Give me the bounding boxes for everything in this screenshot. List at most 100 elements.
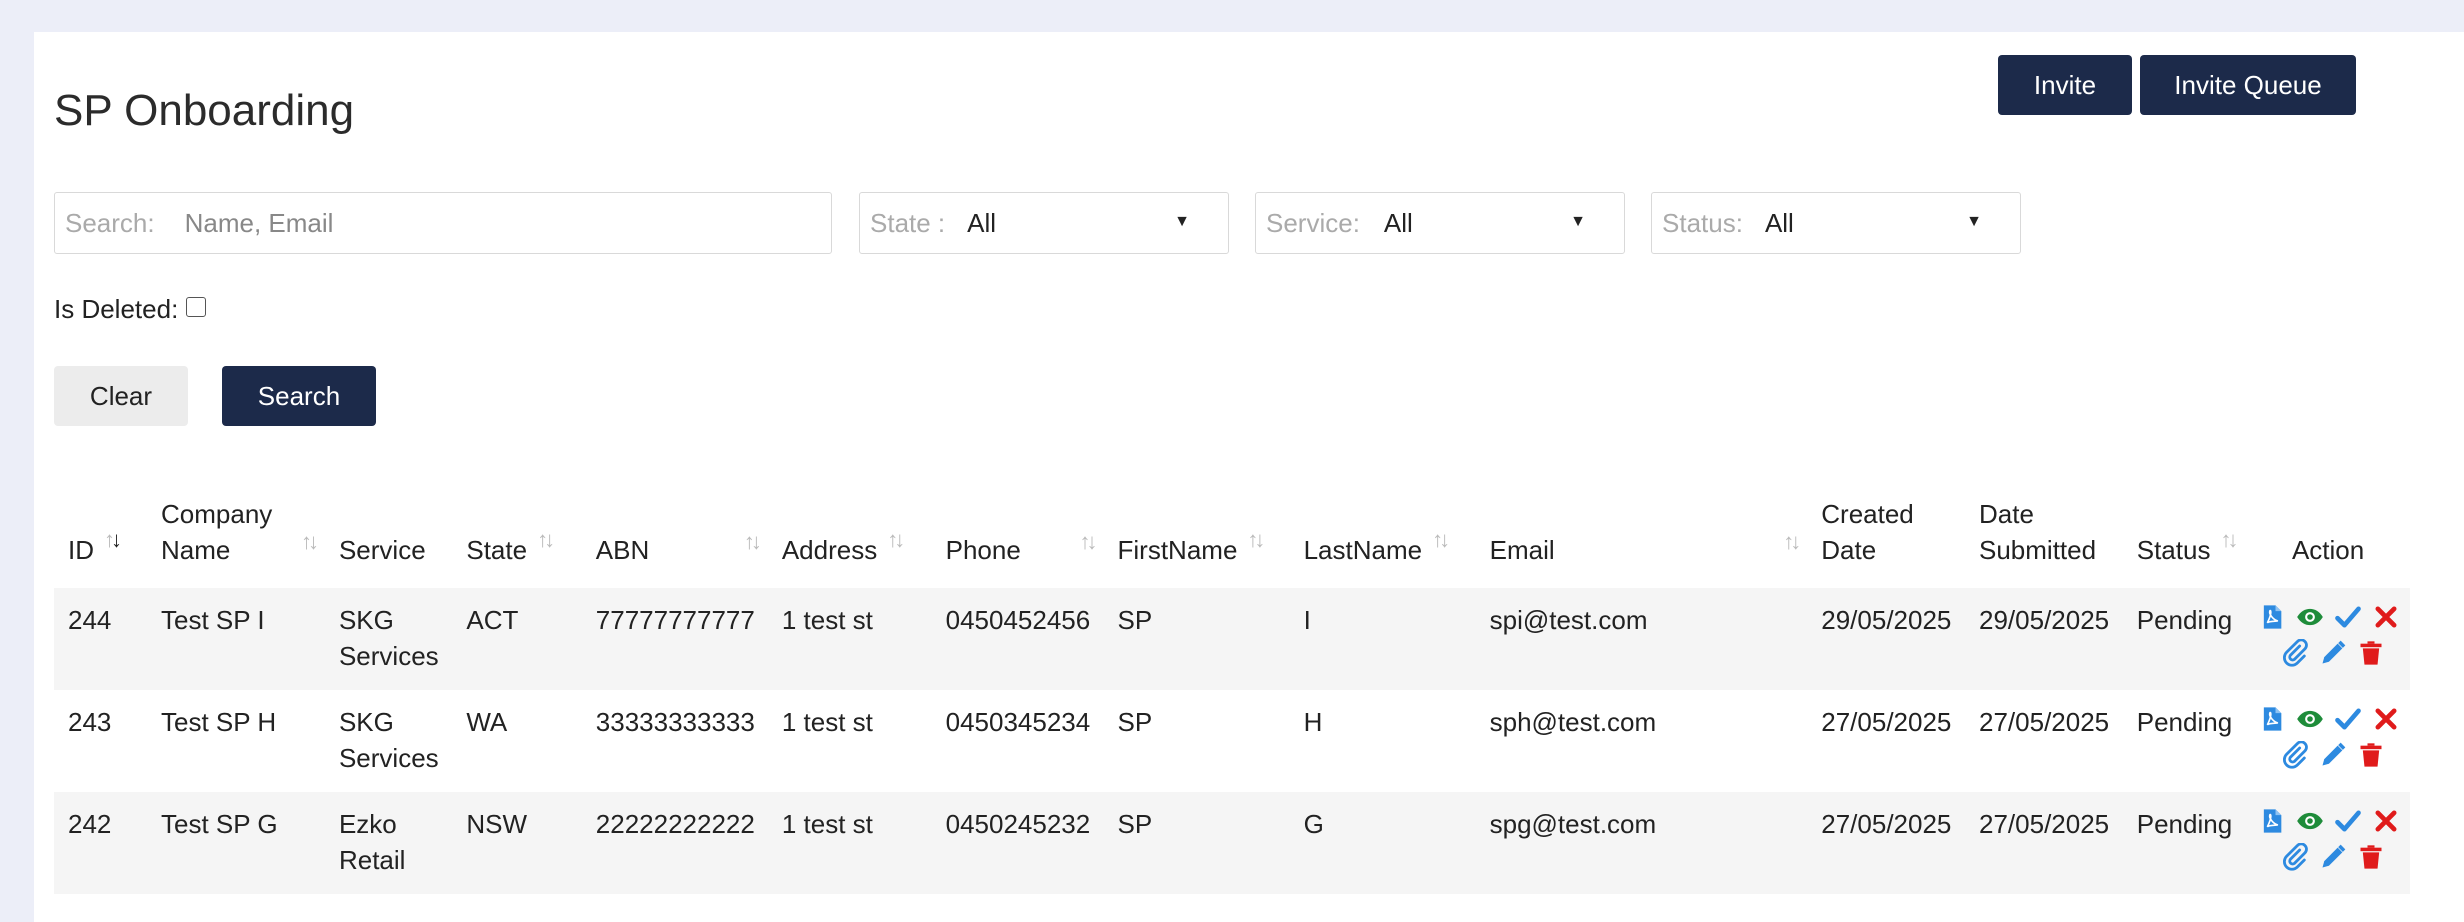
cell-company-name: Test SP H: [161, 707, 277, 737]
cell-date-submitted: 29/05/2025: [1979, 605, 2110, 635]
cell-date-submitted: 27/05/2025: [1979, 707, 2110, 737]
table-header-row: ID ↑↓ Company Name ↑↓ Service State ↑↓ ABN ↑…: [54, 480, 2410, 588]
cell-address: 1 test st: [781, 605, 873, 635]
row-actions: [2256, 806, 2410, 872]
state-label: State :: [870, 207, 946, 238]
cell-date-submitted: 27/05/2025: [1979, 809, 2110, 839]
cell-service: Ezko Retail: [338, 809, 406, 875]
cell-state: WA: [466, 707, 508, 737]
approve-icon[interactable]: [2333, 704, 2363, 734]
cell-service: SKG Services: [338, 605, 439, 671]
row-actions-secondary: [2257, 740, 2409, 770]
column-header-service: Service: [338, 535, 426, 565]
row-actions-secondary: [2257, 842, 2409, 872]
pdf-icon[interactable]: [2257, 704, 2287, 734]
cell-created-date: 29/05/2025: [1821, 605, 1952, 635]
column-header-state[interactable]: State ↑↓: [452, 480, 581, 588]
column-header-created-date: Created Date: [1821, 499, 1914, 565]
cell-created-date: 27/05/2025: [1821, 809, 1952, 839]
attachment-icon[interactable]: [2280, 740, 2310, 770]
edit-icon[interactable]: [2318, 740, 2348, 770]
cell-firstname: SP: [1117, 605, 1153, 635]
column-header-email[interactable]: Email ↑↓: [1476, 480, 1808, 588]
row-actions: [2256, 602, 2410, 668]
cell-abn: 33333333333: [595, 707, 755, 737]
cell-phone: 0450452456: [945, 605, 1091, 635]
cell-id: 242: [68, 809, 112, 839]
cell-company-name: Test SP I: [161, 605, 265, 635]
cell-status: Pending: [2136, 605, 2233, 635]
column-header-id[interactable]: ID ↑↓: [54, 480, 147, 588]
cell-email: spg@test.com: [1489, 809, 1657, 839]
cell-phone: 0450345234: [945, 707, 1091, 737]
sort-icon: ↑↓: [1247, 527, 1265, 552]
service-label: Service:: [1266, 207, 1360, 238]
pdf-icon[interactable]: [2257, 602, 2287, 632]
edit-icon[interactable]: [2318, 638, 2348, 668]
sort-icon: ↑↓: [1079, 529, 1098, 554]
attachment-icon[interactable]: [2280, 638, 2310, 668]
search-placeholder: Name, Email: [184, 207, 334, 238]
column-header-company-name[interactable]: Company Name ↑↓: [147, 480, 325, 588]
table-row: 242 Test SP G Ezko Retail NSW 2222222222…: [54, 792, 2410, 894]
sort-icon: ↑↓: [743, 529, 762, 554]
delete-icon[interactable]: [2356, 740, 2386, 770]
search-button[interactable]: Search: [222, 366, 376, 426]
reject-icon[interactable]: [2371, 704, 2401, 734]
cell-lastname: H: [1303, 707, 1323, 737]
approve-icon[interactable]: [2333, 806, 2363, 836]
cell-lastname: G: [1303, 809, 1324, 839]
caret-down-icon: ▼: [1174, 213, 1190, 230]
edit-icon[interactable]: [2318, 842, 2348, 872]
column-header-phone[interactable]: Phone ↑↓: [932, 480, 1104, 588]
reject-icon[interactable]: [2371, 806, 2401, 836]
pdf-icon[interactable]: [2257, 806, 2287, 836]
is-deleted-checkbox[interactable]: [186, 296, 207, 317]
cell-abn: 77777777777: [595, 605, 755, 635]
cell-state: NSW: [466, 809, 528, 839]
row-actions-secondary: [2257, 638, 2409, 668]
delete-icon[interactable]: [2356, 842, 2386, 872]
state-value: All: [967, 207, 997, 238]
is-deleted-filter: Is Deleted:: [54, 294, 207, 325]
invite-queue-button[interactable]: Invite Queue: [2140, 55, 2356, 115]
column-header-address[interactable]: Address ↑↓: [768, 480, 932, 588]
cell-service: SKG Services: [338, 707, 439, 773]
cell-created-date: 27/05/2025: [1821, 707, 1952, 737]
view-icon[interactable]: [2295, 704, 2325, 734]
caret-down-icon: ▼: [1966, 213, 1982, 230]
invite-button[interactable]: Invite: [1998, 55, 2132, 115]
cell-address: 1 test st: [781, 707, 873, 737]
view-icon[interactable]: [2295, 602, 2325, 632]
delete-icon[interactable]: [2356, 638, 2386, 668]
clear-button[interactable]: Clear: [54, 366, 188, 426]
column-header-firstname[interactable]: FirstName ↑↓: [1104, 480, 1290, 588]
status-select[interactable]: Status: All ▼: [1651, 192, 2021, 254]
cell-id: 244: [68, 605, 112, 635]
column-header-status[interactable]: Status ↑↓: [2123, 480, 2256, 588]
search-input[interactable]: Search: Name, Email: [54, 192, 832, 254]
service-select[interactable]: Service: All ▼: [1255, 192, 1625, 254]
table-row: 243 Test SP H SKG Services WA 3333333333…: [54, 690, 2410, 792]
column-header-abn[interactable]: ABN ↑↓: [582, 480, 768, 588]
cell-actions: [2256, 792, 2410, 894]
state-select[interactable]: State : All ▼: [859, 192, 1229, 254]
reject-icon[interactable]: [2371, 602, 2401, 632]
attachment-icon[interactable]: [2280, 842, 2310, 872]
view-icon[interactable]: [2295, 806, 2325, 836]
column-header-date-submitted: Date Submitted: [1979, 499, 2097, 565]
sort-icon: ↑↓: [1432, 527, 1450, 552]
sort-icon: ↑↓: [887, 527, 905, 552]
service-value: All: [1383, 207, 1413, 238]
cell-email: spi@test.com: [1489, 605, 1648, 635]
cell-phone: 0450245232: [945, 809, 1091, 839]
column-header-lastname[interactable]: LastName ↑↓: [1290, 480, 1476, 588]
cell-status: Pending: [2136, 707, 2233, 737]
cell-lastname: I: [1303, 605, 1311, 635]
cell-actions: [2256, 690, 2410, 792]
cell-id: 243: [68, 707, 112, 737]
cell-abn: 22222222222: [595, 809, 755, 839]
sort-icon: ↑↓: [1783, 529, 1801, 554]
cell-address: 1 test st: [781, 809, 873, 839]
approve-icon[interactable]: [2333, 602, 2363, 632]
